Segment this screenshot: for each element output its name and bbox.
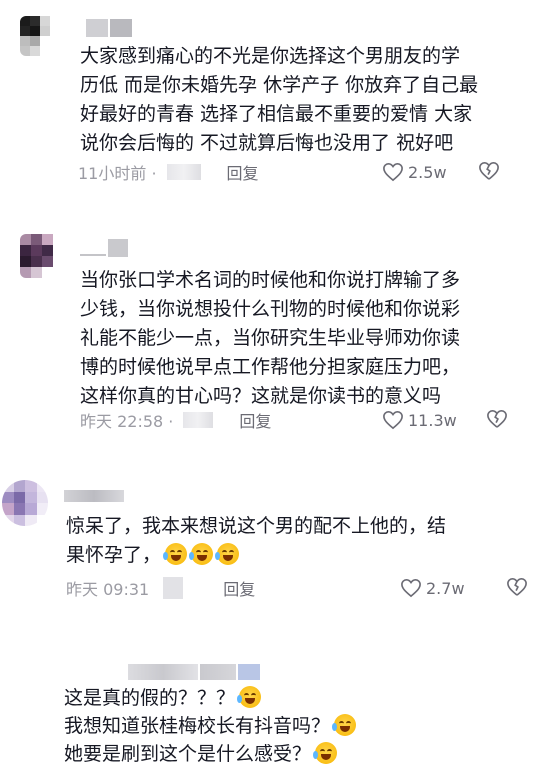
like-count: 11.3w xyxy=(408,410,457,430)
reply-button[interactable]: 回复 xyxy=(223,576,255,600)
username-blurred[interactable] xyxy=(64,486,124,506)
comment-text: 当你张口学术名词的时候他和你说打牌输了多 少钱，当你说想投什么刊物的时候他和你说… xyxy=(80,269,461,407)
timestamp: 11小时前 · xyxy=(78,164,157,183)
crying-face-icon xyxy=(163,543,188,565)
location-blurred xyxy=(163,577,184,599)
heart-outline-icon xyxy=(383,410,403,430)
broken-heart-icon xyxy=(487,409,507,428)
timestamp: 昨天 09:31 xyxy=(66,580,150,599)
crying-face-icon xyxy=(215,543,240,565)
like-count: 2.5w xyxy=(408,162,447,182)
avatar[interactable] xyxy=(20,234,64,278)
like-button[interactable]: 11.3w xyxy=(382,410,457,430)
comment-text: 这是真的假的？？？ 我想知道张桂梅校长有抖音吗？ 她要是刷到这个是什么感受？ xyxy=(64,684,357,768)
comment-line: 她要是刷到这个是什么感受？ xyxy=(64,740,356,768)
reply-button[interactable]: 回复 xyxy=(227,160,259,184)
comment-text: 惊呆了，我本来想说这个男的配不上他的，结 果怀孕了， xyxy=(66,512,446,570)
like-button[interactable]: 2.5w xyxy=(382,162,447,182)
location-blurred xyxy=(183,412,214,428)
heart-outline-icon xyxy=(383,162,403,182)
dislike-button[interactable] xyxy=(486,409,508,433)
username-blurred[interactable] xyxy=(80,238,128,258)
username-blurred[interactable] xyxy=(128,662,260,682)
laughing-tears-icon xyxy=(332,714,357,736)
like-button[interactable]: 2.7w xyxy=(400,578,465,598)
broken-heart-icon xyxy=(479,161,499,180)
broken-heart-icon xyxy=(507,577,527,596)
dislike-button[interactable] xyxy=(478,161,500,185)
dislike-button[interactable] xyxy=(506,577,528,601)
like-count: 2.7w xyxy=(426,578,465,598)
comment-meta: 昨天 09:31 回复 2.7w xyxy=(66,576,536,600)
comment-line: 我想知道张桂梅校长有抖音吗？ xyxy=(64,712,357,740)
avatar[interactable] xyxy=(20,16,60,56)
crying-face-icon xyxy=(189,543,214,565)
heart-outline-icon xyxy=(401,578,421,598)
username-blurred[interactable] xyxy=(86,18,132,38)
laughing-tears-icon xyxy=(237,686,262,708)
comment-line: 这是真的假的？？？ xyxy=(64,684,356,712)
comment-text: 大家感到痛心的不光是你选择这个男朋友的学 历低 而是你未婚先孕 休学产子 你放弃… xyxy=(80,45,479,154)
avatar[interactable] xyxy=(2,480,48,526)
comment-meta: 昨天 22:58 · 回复 11.3w xyxy=(80,408,546,432)
timestamp: 昨天 22:58 · xyxy=(80,412,174,431)
reply-button[interactable]: 回复 xyxy=(239,408,271,432)
laughing-tears-icon xyxy=(313,742,338,764)
comment-meta: 11小时前 · 回复 2.5w xyxy=(78,160,546,184)
comment-text-content: 惊呆了，我本来想说这个男的配不上他的，结 果怀孕了， xyxy=(66,515,447,566)
location-blurred xyxy=(166,164,201,180)
